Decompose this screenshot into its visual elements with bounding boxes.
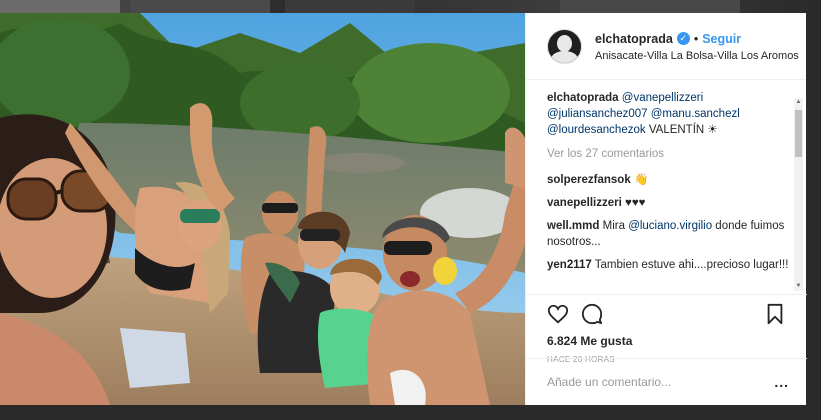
comment-username[interactable]: vanepellizzeri: [547, 197, 622, 209]
heart-icon[interactable]: [547, 303, 569, 325]
likes-count[interactable]: 6.824 Me gusta: [547, 334, 786, 348]
header-line: elchatoprada ✓ • Seguir: [595, 31, 799, 47]
comment-text: Mira: [602, 220, 625, 232]
scrollbar-thumb[interactable]: [795, 110, 802, 157]
background-bottom-strip: [0, 405, 821, 420]
mention-link[interactable]: @lourdesanchezok: [547, 124, 646, 136]
view-all-comments-link[interactable]: Ver los 27 comentarios: [547, 148, 789, 160]
background-photo-strip: [0, 0, 120, 13]
scroll-up-arrow-icon[interactable]: ▲: [794, 98, 803, 107]
caption-username[interactable]: elchatoprada: [547, 92, 619, 104]
photo-illustration: [0, 13, 525, 405]
location-link[interactable]: Anisacate-Villa La Bolsa-Villa Los Aromo…: [595, 50, 799, 62]
post-modal: elchatoprada ✓ • Seguir Anisacate-Villa …: [0, 13, 807, 405]
header-text: elchatoprada ✓ • Seguir Anisacate-Villa …: [595, 31, 799, 62]
add-comment-bar: ...: [526, 358, 807, 405]
username-link[interactable]: elchatoprada: [595, 31, 673, 47]
more-options-icon[interactable]: ...: [774, 374, 789, 390]
caption: elchatoprada @vanepellizzeri @juliansanc…: [547, 90, 789, 138]
post-actions: 6.824 Me gusta HACE 20 HORAS: [526, 294, 807, 364]
avatar-face: [557, 34, 572, 52]
comment-item: yen2117 Tambien estuve ahi....precioso l…: [547, 257, 789, 273]
comment-text: Tambien estuve ahi....precioso lugar!!!: [594, 259, 789, 271]
comments-list[interactable]: elchatoprada @vanepellizzeri @juliansanc…: [526, 80, 807, 294]
comment-item: well.mmd Mira @luciano.virgilio donde fu…: [547, 218, 789, 250]
mention-link[interactable]: @juliansanchez007: [547, 108, 648, 120]
bookmark-icon[interactable]: [764, 303, 786, 325]
comment-username[interactable]: yen2117: [547, 259, 592, 271]
action-buttons: [547, 303, 786, 325]
verified-badge-icon: ✓: [676, 32, 690, 45]
caption-text: VALENTÍN ☀: [648, 124, 718, 136]
post-side-panel: elchatoprada ✓ • Seguir Anisacate-Villa …: [525, 13, 807, 405]
comment-item: vanepellizzeri ♥♥♥: [547, 195, 789, 211]
background-photo-strip: [560, 0, 740, 13]
avatar-body: [551, 50, 578, 63]
mention-link[interactable]: @luciano.virgilio: [628, 220, 712, 232]
comment-item: solperezfansok 👋: [547, 172, 789, 188]
mention-link[interactable]: @vanepellizzeri: [622, 92, 703, 104]
post-photo[interactable]: [0, 13, 525, 405]
scroll-down-arrow-icon[interactable]: ▼: [794, 282, 803, 291]
comment-text: ♥♥♥: [625, 197, 646, 209]
separator-dot: •: [693, 31, 699, 46]
comment-username[interactable]: well.mmd: [547, 220, 599, 232]
mention-link[interactable]: @manu.sanchezl: [651, 108, 740, 120]
comment-icon[interactable]: [581, 303, 603, 325]
background-photo-strip: [130, 0, 270, 13]
comment-text: 👋: [633, 174, 649, 186]
avatar[interactable]: [547, 28, 582, 64]
comments-scrollbar[interactable]: ▲ ▼: [794, 98, 803, 291]
comment-input[interactable]: [547, 375, 775, 389]
background-photo-strip: [285, 0, 415, 13]
comment-username[interactable]: solperezfansok: [547, 174, 631, 186]
post-header: elchatoprada ✓ • Seguir Anisacate-Villa …: [526, 13, 806, 80]
follow-button[interactable]: Seguir: [702, 31, 741, 47]
